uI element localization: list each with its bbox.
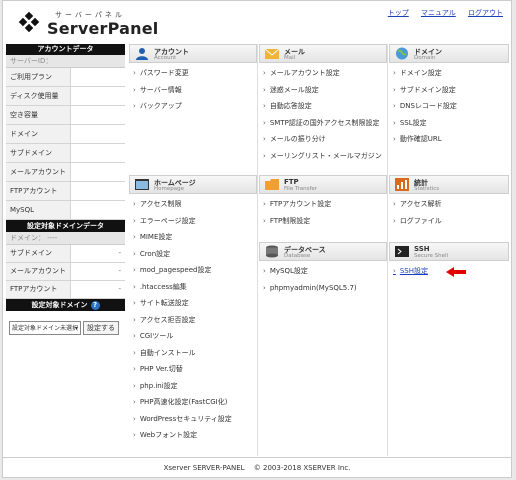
database-header: データベース Database [259,242,387,261]
folder-icon [265,179,279,190]
account-section: アカウント Account › パスワード変更 › サーバー情報 › バックアップ [129,44,257,115]
domain-row: サブドメイン - [6,245,125,263]
check-url-link[interactable]: › 動作確認URL [389,131,509,148]
log-file-link[interactable]: › ログファイル [389,213,509,230]
database-section: データベース Database › MySQL設定 › phpmyadmin(MyS… [259,242,387,296]
php-version-link[interactable]: › PHP Ver.切替 [129,361,257,378]
account-row: ドメイン [6,125,125,144]
backup-link[interactable]: › バックアップ [129,98,257,115]
database-icon [266,245,278,258]
mail-section: メール Mail › メールアカウント設定 › 迷惑メール設定 › 自動応答設定 › S… [259,44,387,164]
help-icon[interactable]: ? [90,300,100,310]
mail-icon [265,48,279,59]
htaccess-link[interactable]: › .htaccess編集 [129,279,257,296]
top-link[interactable]: トップ [388,9,409,17]
cron-link[interactable]: › Cron設定 [129,246,257,263]
domain-header: ドメイン Domain [389,44,509,63]
access-analysis-link[interactable]: › アクセス解析 [389,196,509,213]
ftp-restrict-link[interactable]: › FTP制限設定 [259,213,387,230]
top-links: トップ マニュアル ログアウト [378,8,503,18]
homepage-header: ホームページ Homepage [129,175,257,194]
auto-reply-link[interactable]: › 自動応答設定 [259,98,387,115]
domain-label: ドメイン： ---- [6,232,125,245]
password-change-link[interactable]: › パスワード変更 [129,65,257,82]
sidebar: アカウントデータ サーバーID： ご利用プラン ディスク使用量 空き容量 ドメイ… [6,44,125,343]
serverpanel-logo[interactable]: サーバーパネル ServerPanel [17,7,167,38]
homepage-icon [135,179,149,190]
user-icon [136,48,148,60]
server-id: サーバーID： [6,55,125,68]
terminal-icon [395,246,409,257]
account-row: ご利用プラン [6,68,125,87]
mail-filter-link[interactable]: › メールの振り分け [259,131,387,148]
account-row: メールアカウント [6,163,125,182]
set-domain-button[interactable]: 設定する [83,321,119,335]
auto-install-link[interactable]: › 自動インストール [129,345,257,362]
account-row: FTPアカウント [6,182,125,201]
fastcgi-link[interactable]: › PHP高速化設定(FastCGI化) [129,394,257,411]
mysql-settings-link[interactable]: › MySQL設定 [259,263,387,280]
ssh-header: SSH Secure Shell [389,242,509,261]
footer: Xserver SERVER-PANEL © 2003-2018 XSERVER… [3,457,511,478]
ssl-settings-link[interactable]: › SSL設定 [389,115,509,132]
domain-select-area: 設定対象ドメイン未選択 ▾ 設定する [6,311,125,343]
webfont-link[interactable]: › Webフォント設定 [129,427,257,444]
statistics-header: 統計 Statistics [389,175,509,194]
site-redirect-link[interactable]: › サイト転送設定 [129,295,257,312]
logout-link[interactable]: ログアウト [468,9,503,17]
domain-row: メールアカウント - [6,263,125,281]
domain-section: ドメイン Domain › ドメイン設定 › サブドメイン設定 › DNSレコード設定… [389,44,509,148]
diamond-logo-icon [18,11,40,33]
dns-record-link[interactable]: › DNSレコード設定 [389,98,509,115]
homepage-section: ホームページ Homepage › アクセス制限 › エラーページ設定 › MIME設… [129,175,257,444]
mail-account-link[interactable]: › メールアカウント設定 [259,65,387,82]
red-arrow-icon [446,267,466,277]
smtp-restrict-link[interactable]: › SMTP認証の国外アクセス制限設定 [259,115,387,132]
account-header: アカウント Account [129,44,257,63]
account-row: ディスク使用量 [6,87,125,106]
mailing-list-link[interactable]: › メーリングリスト・メールマガジン [259,148,387,165]
logo-name: ServerPanel [47,19,159,38]
header: サーバーパネル ServerPanel トップ マニュアル ログアウト [3,1,511,41]
account-row: 空き容量 [6,106,125,125]
chart-icon [395,178,409,191]
server-info-link[interactable]: › サーバー情報 [129,82,257,99]
spam-link[interactable]: › 迷惑メール設定 [259,82,387,99]
cgi-tool-link[interactable]: › CGIツール [129,328,257,345]
domain-row: FTPアカウント - [6,281,125,299]
pagespeed-link[interactable]: › mod_pagespeed設定 [129,262,257,279]
ftp-section: FTP File Transfer › FTPアカウント設定 › FTP制限設定 [259,175,387,229]
statistics-section: 統計 Statistics › アクセス解析 › ログファイル [389,175,509,229]
manual-link[interactable]: マニュアル [421,9,456,17]
globe-icon [396,47,408,60]
domain-settings-link[interactable]: › ドメイン設定 [389,65,509,82]
access-restriction-link[interactable]: › アクセス制限 [129,196,257,213]
server-panel-page: サーバーパネル ServerPanel トップ マニュアル ログアウト アカウン… [2,0,512,478]
ftp-account-link[interactable]: › FTPアカウント設定 [259,196,387,213]
phpmyadmin-link[interactable]: › phpmyadmin(MySQL5.7) [259,280,387,297]
target-domain-title: 設定対象ドメイン? [6,299,125,311]
wordpress-security-link[interactable]: › WordPressセキュリティ設定 [129,411,257,428]
chevron-down-icon: ▾ [74,325,78,332]
mime-link[interactable]: › MIME設定 [129,229,257,246]
target-domain-data-title: 設定対象ドメインデータ [6,220,125,232]
ftp-header: FTP File Transfer [259,175,387,194]
php-ini-link[interactable]: › php.ini設定 [129,378,257,395]
access-deny-link[interactable]: › アクセス拒否設定 [129,312,257,329]
subdomain-settings-link[interactable]: › サブドメイン設定 [389,82,509,99]
account-row: MySQL [6,201,125,220]
error-page-link[interactable]: › エラーページ設定 [129,213,257,230]
account-data-title: アカウントデータ [6,44,125,55]
mail-header: メール Mail [259,44,387,63]
target-domain-select[interactable]: 設定対象ドメイン未選択 ▾ [9,321,81,335]
account-row: サブドメイン [6,144,125,163]
